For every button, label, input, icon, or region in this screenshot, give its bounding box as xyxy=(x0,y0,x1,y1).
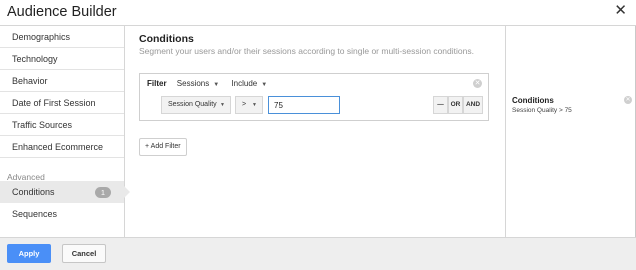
conditions-panel: Conditions Segment your users and/or the… xyxy=(125,26,504,237)
sidebar-item-label: Date of First Session xyxy=(12,98,96,108)
caret-down-icon: ▼ xyxy=(220,102,225,108)
caret-down-icon: ▼ xyxy=(252,102,257,108)
filter-box: Filter Sessions ▼ Include ▼ ✕ Session Qual… xyxy=(139,73,489,121)
scope-dropdown[interactable]: Sessions ▼ xyxy=(177,79,219,88)
sidebar-item-label: Sequences xyxy=(12,209,58,219)
sidebar-item-date-of-first-session[interactable]: Date of First Session xyxy=(0,92,124,114)
sidebar-item-label: Enhanced Ecommerce xyxy=(12,142,104,152)
filter-header: Filter Sessions ▼ Include ▼ xyxy=(147,79,277,88)
mode-dropdown[interactable]: Include ▼ xyxy=(231,79,267,88)
sidebar-item-demographics[interactable]: Demographics xyxy=(0,26,124,48)
or-button[interactable]: OR xyxy=(448,96,463,114)
sidebar-item-enhanced-ecommerce[interactable]: Enhanced Ecommerce xyxy=(0,136,124,158)
sidebar-item-label: Behavior xyxy=(12,76,48,86)
sidebar-item-label: Technology xyxy=(12,54,58,64)
mode-value: Include xyxy=(231,79,258,88)
filter-label: Filter xyxy=(147,79,167,88)
remove-filter-icon[interactable]: ✕ xyxy=(473,79,482,88)
dimension-value: Session Quality xyxy=(168,101,217,108)
title-bar: Audience Builder ✕ xyxy=(0,0,636,26)
caret-down-icon: ▼ xyxy=(213,82,220,88)
sidebar-item-conditions[interactable]: Conditions 1 xyxy=(0,181,124,203)
dialog-title: Audience Builder xyxy=(7,4,117,20)
sidebar-item-technology[interactable]: Technology xyxy=(0,48,124,70)
cancel-button[interactable]: Cancel xyxy=(62,244,106,263)
close-icon[interactable]: ✕ xyxy=(614,2,627,20)
scope-value: Sessions xyxy=(176,79,210,88)
sidebar-item-label: Conditions xyxy=(12,187,55,197)
summary-title: Conditions xyxy=(512,96,554,105)
sidebar: Demographics Technology Behavior Date of… xyxy=(0,26,125,237)
apply-button[interactable]: Apply xyxy=(7,244,51,263)
sidebar-item-label: Traffic Sources xyxy=(12,120,73,130)
summary-panel: Conditions Session Quality > 75 ✕ xyxy=(505,26,636,237)
operator-select[interactable]: > ▼ xyxy=(235,96,263,114)
sidebar-item-sequences[interactable]: Sequences xyxy=(0,203,124,225)
sidebar-item-traffic-sources[interactable]: Traffic Sources xyxy=(0,114,124,136)
remove-condition-button[interactable]: — xyxy=(433,96,448,114)
dimension-select[interactable]: Session Quality ▼ xyxy=(161,96,231,114)
remove-summary-icon[interactable]: ✕ xyxy=(624,96,632,104)
add-filter-button[interactable]: + Add Filter xyxy=(139,138,187,156)
caret-down-icon: ▼ xyxy=(261,82,268,88)
count-badge: 1 xyxy=(95,187,111,198)
condition-value-input[interactable] xyxy=(268,96,340,114)
operator-value: > xyxy=(242,101,247,108)
summary-detail: Session Quality > 75 xyxy=(512,107,572,114)
footer: Apply Cancel xyxy=(0,237,636,270)
page-title: Conditions xyxy=(139,33,194,45)
page-subtitle: Segment your users and/or their sessions… xyxy=(139,46,474,56)
and-button[interactable]: AND xyxy=(463,96,483,114)
sidebar-item-behavior[interactable]: Behavior xyxy=(0,70,124,92)
sidebar-item-label: Demographics xyxy=(12,32,71,42)
